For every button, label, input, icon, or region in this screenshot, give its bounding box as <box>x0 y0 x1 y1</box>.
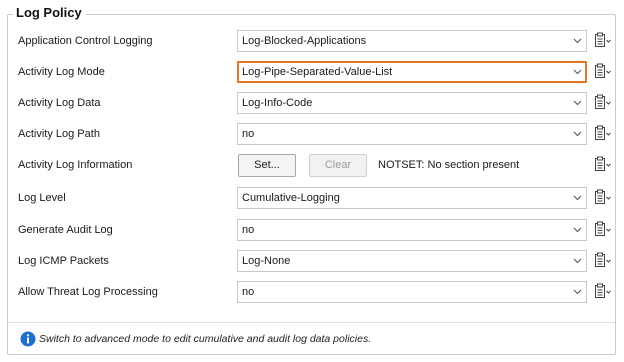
allow-threat-log-processing-label: Allow Threat Log Processing <box>18 286 158 298</box>
log-icmp-packets-select[interactable]: Log-None <box>237 250 587 272</box>
chevron-down-icon <box>573 227 582 233</box>
log-policy-title: Log Policy <box>13 5 86 21</box>
generate-audit-log-select[interactable]: no <box>237 219 587 241</box>
allow-threat-log-processing-select[interactable]: no <box>237 281 587 303</box>
clipboard-copy-icon[interactable] <box>592 124 612 144</box>
select-value: Log-None <box>242 255 291 267</box>
chevron-down-icon <box>573 38 582 44</box>
select-value: no <box>242 128 255 140</box>
row-generate-audit-log: Generate Audit Log no <box>0 219 624 241</box>
select-value: Log-Pipe-Separated-Value-List <box>242 66 393 78</box>
row-activity-log-data: Activity Log Data Log-Info-Code <box>0 92 624 114</box>
row-allow-threat-log-processing: Allow Threat Log Processing no <box>0 281 624 303</box>
activity-log-information-label: Activity Log Information <box>18 159 133 171</box>
row-log-level: Log Level Cumulative-Logging <box>0 187 624 209</box>
chevron-down-icon <box>573 258 582 264</box>
clipboard-copy-icon[interactable] <box>592 220 612 240</box>
application-control-logging-label: Application Control Logging <box>18 35 153 47</box>
row-application-control-logging: Application Control Logging Log-Blocked-… <box>0 30 624 52</box>
clear-button[interactable]: Clear <box>309 154 367 177</box>
select-value: no <box>242 286 255 298</box>
chevron-down-icon <box>573 289 582 295</box>
footer-divider <box>8 322 615 323</box>
clipboard-copy-icon[interactable] <box>592 251 612 271</box>
activity-log-mode-label: Activity Log Mode <box>18 66 105 78</box>
activity-log-path-label: Activity Log Path <box>18 128 100 140</box>
select-value: Log-Blocked-Applications <box>242 35 367 47</box>
select-value: Cumulative-Logging <box>242 192 340 204</box>
select-value: no <box>242 224 255 236</box>
clipboard-copy-icon[interactable] <box>592 188 612 208</box>
clipboard-copy-icon[interactable] <box>592 282 612 302</box>
chevron-down-icon <box>573 195 582 201</box>
activity-log-information-status: NOTSET: No section present <box>378 159 520 171</box>
clipboard-copy-icon[interactable] <box>592 93 612 113</box>
activity-log-data-select[interactable]: Log-Info-Code <box>237 92 587 114</box>
activity-log-path-select[interactable]: no <box>237 123 587 145</box>
row-activity-log-information: Activity Log Information Set... Clear NO… <box>0 154 624 177</box>
log-level-label: Log Level <box>18 192 66 204</box>
advanced-mode-notice-text: Switch to advanced mode to edit cumulati… <box>39 333 372 345</box>
chevron-down-icon <box>573 100 582 106</box>
row-log-icmp-packets: Log ICMP Packets Log-None <box>0 250 624 272</box>
activity-log-data-label: Activity Log Data <box>18 97 101 109</box>
log-level-select[interactable]: Cumulative-Logging <box>237 187 587 209</box>
chevron-down-icon <box>573 69 582 75</box>
clipboard-copy-icon[interactable] <box>592 31 612 51</box>
clipboard-copy-icon[interactable] <box>592 62 612 82</box>
application-control-logging-select[interactable]: Log-Blocked-Applications <box>237 30 587 52</box>
log-icmp-packets-label: Log ICMP Packets <box>18 255 109 267</box>
activity-log-mode-select[interactable]: Log-Pipe-Separated-Value-List <box>237 61 587 83</box>
chevron-down-icon <box>573 131 582 137</box>
generate-audit-log-label: Generate Audit Log <box>18 224 113 236</box>
select-value: Log-Info-Code <box>242 97 313 109</box>
set-button[interactable]: Set... <box>238 154 296 177</box>
clipboard-copy-icon[interactable] <box>592 155 612 175</box>
row-activity-log-path: Activity Log Path no <box>0 123 624 145</box>
row-activity-log-mode: Activity Log Mode Log-Pipe-Separated-Val… <box>0 61 624 83</box>
info-icon <box>20 331 36 347</box>
